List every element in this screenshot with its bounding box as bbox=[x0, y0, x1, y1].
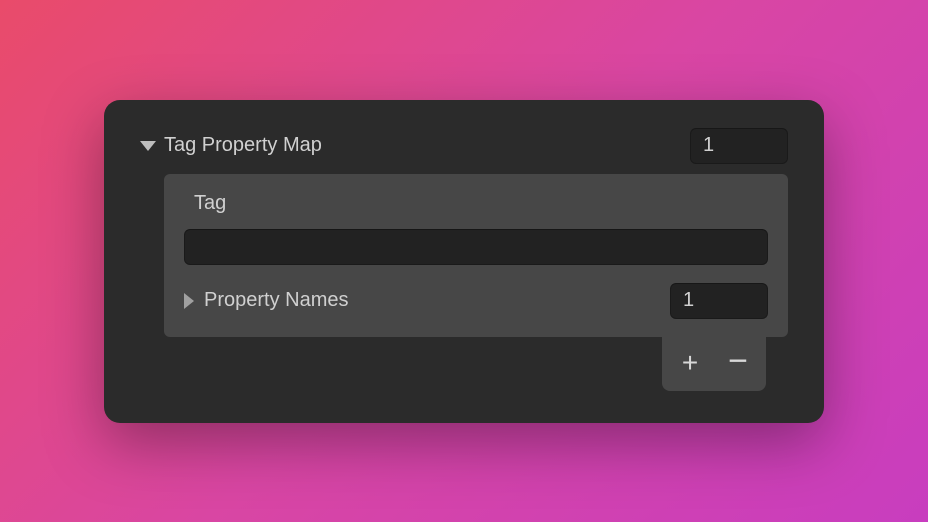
array-button-row: + − bbox=[140, 337, 788, 391]
tag-property-map-label: Tag Property Map bbox=[164, 134, 322, 157]
array-element-block: Tag Property Names bbox=[164, 174, 788, 337]
tag-label: Tag bbox=[194, 192, 768, 215]
property-names-foldout[interactable]: Property Names bbox=[184, 289, 349, 312]
add-button[interactable]: + bbox=[666, 343, 714, 383]
tag-property-map-header: Tag Property Map bbox=[140, 128, 788, 164]
chevron-right-icon bbox=[184, 293, 194, 309]
remove-button[interactable]: − bbox=[714, 343, 762, 383]
tag-input[interactable] bbox=[184, 229, 768, 265]
property-names-count-input[interactable] bbox=[670, 283, 768, 319]
add-remove-button-group: + − bbox=[662, 337, 766, 391]
tag-property-map-foldout[interactable]: Tag Property Map bbox=[140, 134, 322, 157]
tag-property-map-count-input[interactable] bbox=[690, 128, 788, 164]
inspector-panel: Tag Property Map Tag Property Names + − bbox=[104, 100, 824, 423]
property-names-label: Property Names bbox=[204, 289, 349, 312]
property-names-row: Property Names bbox=[184, 283, 768, 319]
chevron-down-icon bbox=[140, 141, 156, 151]
